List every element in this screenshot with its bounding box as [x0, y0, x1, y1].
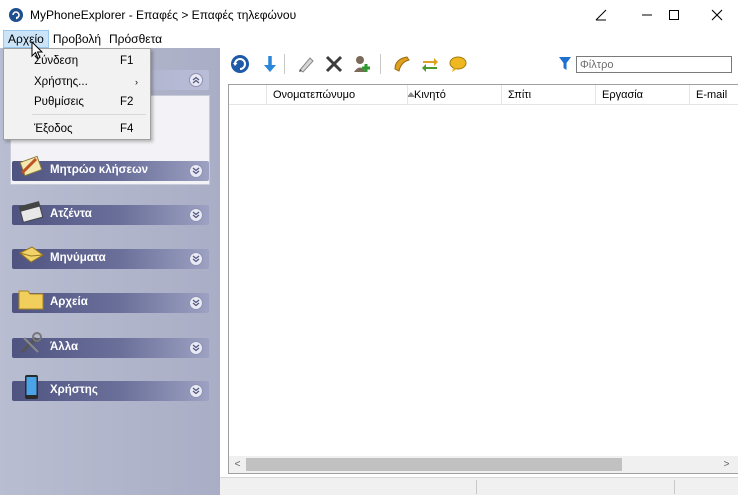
menu-bar: Αρχείο Προβολή Πρόσθετα	[0, 30, 738, 48]
help-resize-icon[interactable]	[578, 0, 624, 30]
toolbar-separator	[380, 54, 381, 74]
nav-label-call-log: Μητρώο κλήσεων	[50, 164, 149, 176]
edit-button[interactable]	[294, 52, 318, 76]
column-name-label: Ονοματεπώνυμο	[273, 89, 356, 101]
menu-item-connect[interactable]: Σύνδεση F1	[4, 51, 150, 71]
app-logo-icon	[9, 8, 23, 22]
nav-section-files[interactable]: Αρχεία	[12, 290, 209, 313]
menu-item-shortcut: F2	[120, 96, 134, 108]
download-icon	[264, 56, 276, 72]
maximize-button[interactable]	[651, 0, 697, 30]
delete-button[interactable]	[322, 52, 346, 76]
contacts-grid: Ονοματεπώνυμο Κινητό Σπίτι Εργασία E-mai…	[228, 84, 738, 474]
phone-device-icon	[25, 375, 38, 399]
grid-header: Ονοματεπώνυμο Κινητό Σπίτι Εργασία E-mai…	[229, 85, 738, 105]
chevron-up-icon[interactable]	[189, 73, 203, 87]
column-header-mobile[interactable]: Κινητό	[407, 85, 501, 105]
window-title: MyPhoneExplorer - Επαφές > Επαφές τηλεφώ…	[30, 8, 297, 22]
menu-extras[interactable]: Πρόσθετα	[105, 30, 166, 48]
status-separator	[476, 480, 477, 494]
column-header-work[interactable]: Εργασία	[595, 85, 689, 105]
menu-item-settings[interactable]: Ρυθμίσεις F2	[4, 92, 150, 112]
chevron-down-icon[interactable]	[189, 384, 203, 398]
sync-button[interactable]	[418, 52, 442, 76]
nav-section-messages[interactable]: Μηνύματα	[12, 246, 209, 269]
column-header-name[interactable]: Ονοματεπώνυμο	[266, 85, 415, 105]
sync-icon	[422, 58, 438, 72]
menu-item-label: Έξοδος	[34, 123, 73, 135]
horizontal-scrollbar[interactable]: < >	[229, 456, 738, 473]
submenu-arrow-icon: ›	[135, 77, 138, 87]
menu-view[interactable]: Προβολή	[49, 30, 105, 48]
calendar-icon	[18, 201, 44, 223]
message-icon	[449, 56, 467, 72]
edit-icon	[299, 57, 314, 73]
call-button[interactable]	[390, 52, 414, 76]
status-separator	[674, 480, 675, 494]
status-bar	[220, 477, 738, 495]
nav-section-call-log[interactable]: Μητρώο κλήσεων	[12, 155, 209, 181]
menu-item-label: Χρήστης...	[34, 76, 88, 88]
folder-icon	[18, 290, 44, 310]
chevron-down-icon[interactable]	[189, 341, 203, 355]
nav-section-other[interactable]: Άλλα	[12, 332, 209, 358]
nav-label-user: Χρήστης	[50, 384, 98, 396]
nav-label-messages: Μηνύματα	[50, 252, 106, 264]
message-button[interactable]	[446, 52, 470, 76]
download-button[interactable]	[258, 52, 282, 76]
column-header-home[interactable]: Σπίτι	[501, 85, 595, 105]
nav-section-user[interactable]: Χρήστης	[12, 375, 209, 401]
filter-input[interactable]	[576, 56, 732, 73]
chevron-down-icon[interactable]	[189, 164, 203, 178]
scroll-right-icon[interactable]: >	[718, 456, 735, 473]
delete-icon	[325, 55, 343, 73]
chevron-down-icon[interactable]	[189, 296, 203, 310]
toolbar-separator	[284, 54, 285, 74]
nav-section-calendar[interactable]: Ατζέντα	[12, 201, 209, 225]
close-button[interactable]	[694, 0, 738, 30]
menu-item-shortcut: F4	[120, 123, 134, 135]
menu-item-user[interactable]: Χρήστης... ›	[4, 72, 150, 92]
filter-icon	[559, 57, 571, 70]
chevron-down-icon[interactable]	[189, 208, 203, 222]
column-header-indicator[interactable]	[229, 85, 266, 105]
call-log-icon	[19, 155, 43, 177]
refresh-button[interactable]	[228, 52, 252, 76]
scroll-left-icon[interactable]: <	[229, 456, 246, 473]
call-icon	[394, 56, 410, 72]
refresh-icon	[231, 55, 249, 73]
menu-item-label: Ρυθμίσεις	[34, 96, 84, 108]
add-contact-icon	[354, 56, 370, 72]
envelope-icon	[19, 246, 44, 263]
chevron-down-icon[interactable]	[189, 252, 203, 266]
menu-item-shortcut: F1	[120, 55, 134, 67]
tools-icon	[20, 332, 42, 354]
column-header-email[interactable]: E-mail	[689, 85, 738, 105]
scrollbar-thumb[interactable]	[246, 458, 622, 471]
menu-separator	[32, 114, 146, 115]
nav-label-files: Αρχεία	[50, 296, 88, 308]
title-bar: MyPhoneExplorer - Επαφές > Επαφές τηλεφώ…	[0, 0, 738, 30]
file-menu-dropdown: Σύνδεση F1 Χρήστης... › Ρυθμίσεις F2 Έξο…	[3, 48, 151, 140]
mouse-cursor-icon	[31, 41, 43, 60]
add-contact-button[interactable]	[350, 52, 374, 76]
nav-label-calendar: Ατζέντα	[50, 208, 92, 220]
menu-item-exit[interactable]: Έξοδος F4	[4, 119, 150, 139]
nav-label-other: Άλλα	[50, 341, 79, 353]
